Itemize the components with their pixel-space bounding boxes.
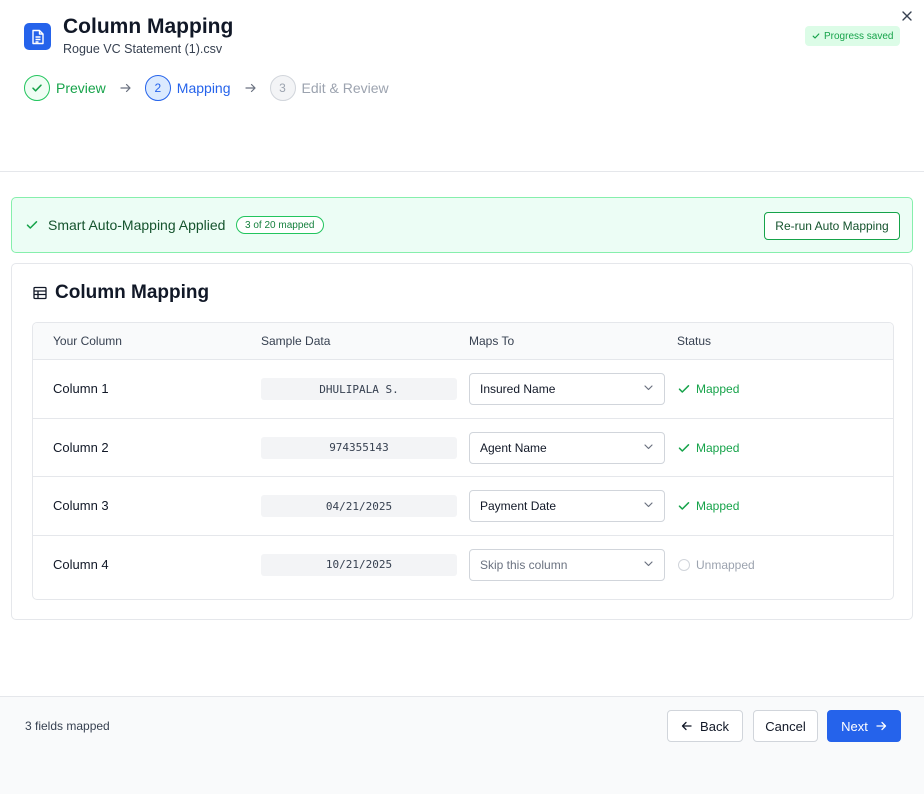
column-name: Column 3	[53, 498, 109, 513]
step-label: Edit & Review	[301, 80, 389, 96]
step-edit-review[interactable]: 3 Edit & Review	[269, 75, 389, 101]
back-button[interactable]: Back	[667, 710, 743, 742]
step-complete-indicator	[24, 75, 50, 101]
check-icon	[26, 221, 38, 229]
status-badge: Mapped	[678, 382, 739, 396]
fields-mapped-count: 3 fields mapped	[25, 719, 110, 733]
step-number: 2	[144, 75, 171, 101]
auto-mapping-title: Smart Auto-Mapping Applied	[48, 217, 226, 233]
back-label: Back	[700, 718, 729, 734]
progress-saved-label: Progress saved	[824, 30, 894, 42]
chevron-down-icon	[644, 443, 653, 449]
status-badge: Mapped	[678, 499, 739, 513]
sample-data: 10/21/2025	[261, 553, 457, 576]
document-icon	[24, 23, 51, 50]
chevron-down-icon	[644, 502, 653, 508]
status-label: Mapped	[696, 382, 740, 396]
arrow-right-icon	[876, 721, 887, 731]
header-maps-to: Maps To	[469, 334, 515, 348]
column-mapping-card: Column Mapping Your Column Sample Data M…	[11, 263, 913, 620]
step-mapping[interactable]: 2 Mapping	[144, 75, 231, 101]
check-icon	[678, 443, 690, 452]
table-header: Your Column Sample Data Maps To Status	[33, 323, 893, 360]
modal-footer: 3 fields mapped Back Cancel Next	[0, 696, 924, 794]
status-label: Unmapped	[696, 557, 755, 572]
arrow-right-icon	[244, 83, 257, 93]
table-row: Column 1 DHULIPALA S. Insured Name Mappe…	[33, 360, 893, 419]
progress-saved-badge: Progress saved	[805, 26, 901, 46]
arrow-right-icon	[120, 83, 132, 93]
table-row: Column 3 04/21/2025 Payment Date Mapped	[33, 477, 893, 536]
header-sample-data: Sample Data	[261, 334, 331, 348]
header-status: Status	[677, 334, 712, 348]
column-name: Column 1	[53, 381, 109, 396]
table-row: Column 2 974355143 Agent Name Mapped	[33, 419, 893, 477]
maps-to-value: Agent Name	[480, 440, 547, 455]
next-label: Next	[841, 718, 868, 734]
next-button[interactable]: Next	[827, 710, 901, 742]
mapping-table: Your Column Sample Data Maps To Status C…	[32, 322, 894, 600]
modal-header: Column Mapping Rogue VC Statement (1).cs…	[0, 0, 924, 172]
chevron-down-icon	[644, 385, 653, 391]
file-name: Rogue VC Statement (1).csv	[63, 42, 223, 56]
step-label: Preview	[56, 80, 106, 96]
step-label: Mapping	[176, 80, 231, 96]
maps-to-select[interactable]: Skip this column	[469, 548, 665, 581]
arrow-left-icon	[681, 721, 692, 731]
header-your-column: Your Column	[53, 334, 122, 348]
column-name: Column 4	[53, 556, 109, 572]
close-button[interactable]	[900, 9, 914, 23]
table-row: Column 4 10/21/2025 Skip this column Unm…	[33, 536, 893, 595]
check-icon	[32, 84, 42, 92]
maps-to-value: Payment Date	[480, 499, 557, 513]
maps-to-select[interactable]: Payment Date	[469, 490, 665, 522]
cancel-button[interactable]: Cancel	[753, 710, 818, 742]
check-icon	[812, 33, 820, 39]
card-title: Column Mapping	[55, 282, 210, 303]
table-icon	[33, 286, 47, 300]
sample-data: 974355143	[261, 436, 457, 459]
status-badge: Unmapped	[678, 558, 755, 572]
step-number: 3	[269, 75, 296, 101]
auto-mapping-banner: Smart Auto-Mapping Applied 3 of 20 mappe…	[11, 197, 913, 253]
close-icon	[902, 11, 912, 21]
mapped-count-badge: 3 of 20 mapped	[236, 216, 324, 234]
page-title: Column Mapping	[63, 15, 234, 38]
maps-to-value: Insured Name	[480, 382, 556, 396]
rerun-auto-mapping-button[interactable]: Re-run Auto Mapping	[764, 212, 900, 240]
stepper: Preview 2 Mapping 3 Edit & Review	[24, 75, 389, 101]
chevron-down-icon	[644, 560, 653, 566]
cancel-label: Cancel	[765, 718, 806, 734]
sample-data: 04/21/2025	[261, 495, 457, 517]
status-label: Mapped	[696, 499, 740, 513]
empty-circle-icon	[678, 558, 690, 571]
check-icon	[678, 385, 690, 393]
maps-to-select[interactable]: Agent Name	[469, 431, 665, 464]
step-preview[interactable]: Preview	[24, 75, 106, 101]
sample-data: DHULIPALA S.	[261, 378, 457, 400]
status-label: Mapped	[696, 440, 740, 455]
maps-to-value: Skip this column	[480, 557, 568, 572]
check-icon	[678, 502, 690, 510]
maps-to-select[interactable]: Insured Name	[469, 373, 665, 405]
status-badge: Mapped	[678, 441, 739, 455]
column-name: Column 2	[53, 439, 109, 455]
